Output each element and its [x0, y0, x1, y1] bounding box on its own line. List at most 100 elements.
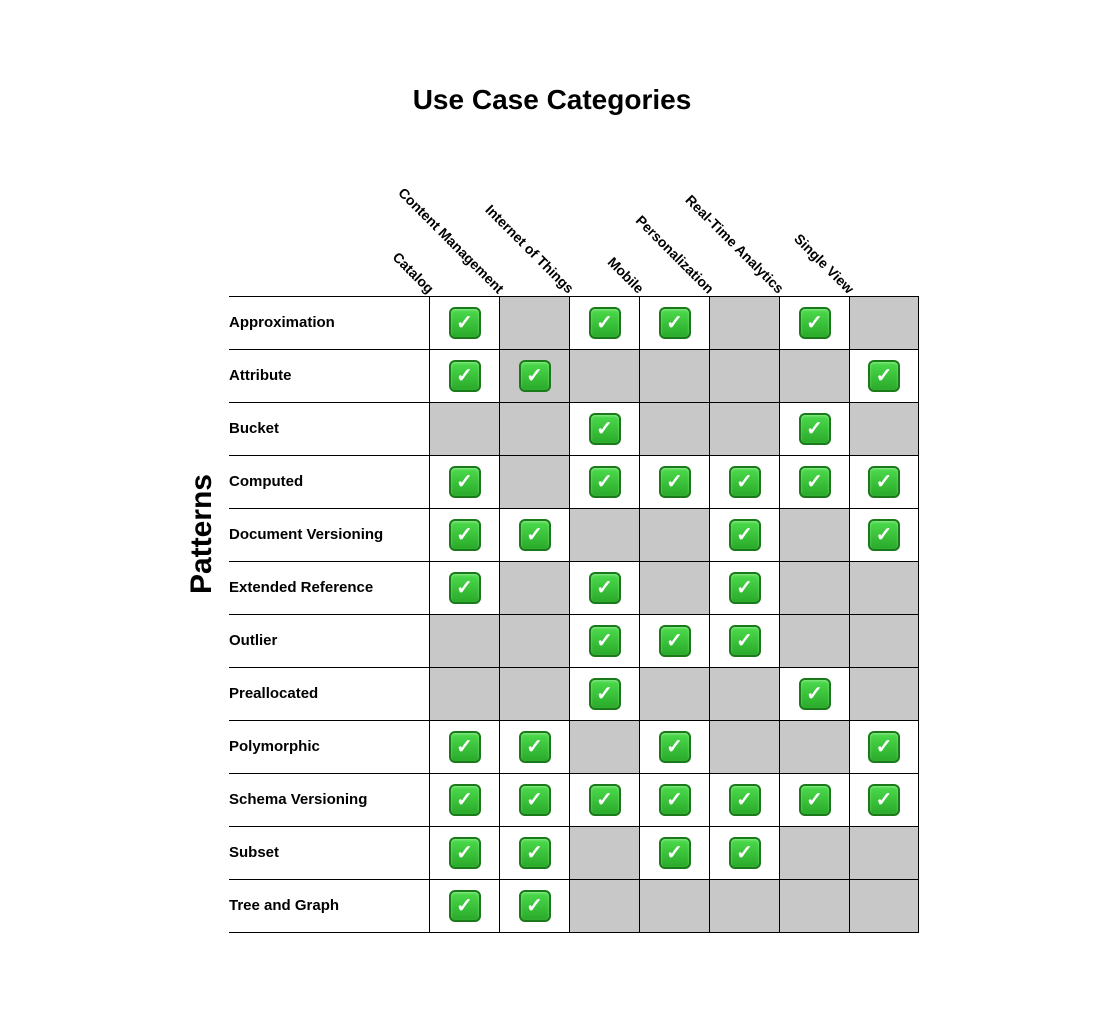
- check-icon: [659, 307, 691, 339]
- check-icon: [449, 731, 481, 763]
- cell: [429, 827, 499, 879]
- column-headers: CatalogContent ManagementInternet of Thi…: [429, 136, 919, 296]
- cell: [849, 297, 919, 349]
- cell: [849, 456, 919, 508]
- cell: [429, 562, 499, 614]
- cell: [709, 615, 779, 667]
- cell: [639, 721, 709, 773]
- row-label: Attribute: [229, 350, 429, 402]
- table-wrapper: Patterns CatalogContent ManagementIntern…: [185, 136, 919, 933]
- cell: [499, 880, 569, 932]
- check-icon: [589, 307, 621, 339]
- row-label: Outlier: [229, 615, 429, 667]
- grid-container: CatalogContent ManagementInternet of Thi…: [229, 136, 919, 933]
- row-label: Schema Versioning: [229, 774, 429, 826]
- cell: [639, 774, 709, 826]
- cell: [569, 509, 639, 561]
- cell: [569, 774, 639, 826]
- cell: [779, 721, 849, 773]
- grid-rows: ApproximationAttributeBucketComputedDocu…: [229, 296, 919, 933]
- cell: [429, 880, 499, 932]
- cell: [569, 721, 639, 773]
- cell: [569, 297, 639, 349]
- cell: [499, 615, 569, 667]
- cell: [639, 562, 709, 614]
- cell: [639, 297, 709, 349]
- check-icon: [868, 466, 900, 498]
- cell: [779, 403, 849, 455]
- check-icon: [868, 731, 900, 763]
- check-icon: [659, 784, 691, 816]
- cell: [499, 774, 569, 826]
- check-icon: [589, 572, 621, 604]
- check-icon: [449, 307, 481, 339]
- cell: [779, 880, 849, 932]
- row-label: Computed: [229, 456, 429, 508]
- check-icon: [868, 784, 900, 816]
- cell: [499, 403, 569, 455]
- cell: [779, 509, 849, 561]
- check-icon: [519, 731, 551, 763]
- cell: [709, 562, 779, 614]
- row-label: Bucket: [229, 403, 429, 455]
- cell: [849, 615, 919, 667]
- cell: [499, 456, 569, 508]
- cell: [569, 880, 639, 932]
- cell: [569, 668, 639, 720]
- table-row: Tree and Graph: [229, 879, 919, 933]
- row-label: Subset: [229, 827, 429, 879]
- page-title: Use Case Categories: [413, 84, 692, 116]
- cell: [499, 562, 569, 614]
- cell: [779, 668, 849, 720]
- cell: [849, 721, 919, 773]
- check-icon: [449, 890, 481, 922]
- cell: [499, 827, 569, 879]
- cell: [639, 456, 709, 508]
- cell: [709, 509, 779, 561]
- cell: [429, 403, 499, 455]
- cell: [499, 721, 569, 773]
- table-row: Approximation: [229, 296, 919, 349]
- table-row: Computed: [229, 455, 919, 508]
- check-icon: [589, 625, 621, 657]
- cell: [639, 827, 709, 879]
- check-icon: [519, 360, 551, 392]
- check-icon: [659, 837, 691, 869]
- cell: [639, 880, 709, 932]
- cell: [779, 456, 849, 508]
- check-icon: [519, 890, 551, 922]
- check-icon: [729, 625, 761, 657]
- check-icon: [449, 360, 481, 392]
- check-icon: [659, 731, 691, 763]
- cell: [709, 403, 779, 455]
- cell: [709, 297, 779, 349]
- check-icon: [729, 572, 761, 604]
- cell: [639, 350, 709, 402]
- cell: [849, 774, 919, 826]
- cell: [709, 350, 779, 402]
- col-header-label: Catalog: [390, 249, 438, 297]
- cell: [429, 297, 499, 349]
- check-icon: [449, 837, 481, 869]
- check-icon: [449, 572, 481, 604]
- cell: [429, 456, 499, 508]
- check-icon: [589, 466, 621, 498]
- cell: [429, 350, 499, 402]
- check-icon: [799, 307, 831, 339]
- check-icon: [449, 519, 481, 551]
- cell: [779, 350, 849, 402]
- check-icon: [519, 784, 551, 816]
- cell: [779, 615, 849, 667]
- cell: [849, 562, 919, 614]
- check-icon: [589, 784, 621, 816]
- check-icon: [449, 466, 481, 498]
- cell: [499, 297, 569, 349]
- cell: [429, 668, 499, 720]
- check-icon: [729, 519, 761, 551]
- cell: [849, 350, 919, 402]
- check-icon: [589, 678, 621, 710]
- cell: [639, 615, 709, 667]
- check-icon: [799, 678, 831, 710]
- check-icon: [729, 837, 761, 869]
- cell: [569, 615, 639, 667]
